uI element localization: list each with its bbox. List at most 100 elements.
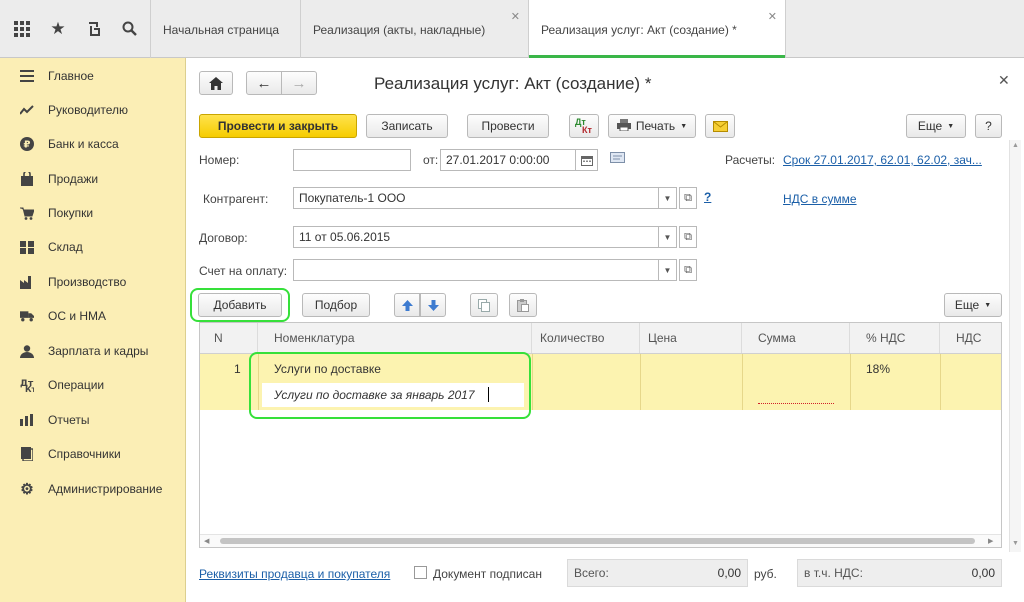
- invoice-field[interactable]: [293, 259, 659, 281]
- number-field[interactable]: [293, 149, 411, 171]
- back-button[interactable]: ←: [246, 71, 282, 95]
- tab-sales-list[interactable]: Реализация (акты, накладные) ✕: [300, 0, 528, 58]
- column-header-vat[interactable]: НДС: [940, 323, 1001, 353]
- scroll-left-icon[interactable]: ◀: [204, 537, 209, 545]
- sidebar-item-assets[interactable]: ОС и НМА: [0, 299, 186, 333]
- vat-total-box: в т.ч. НДС: 0,00: [797, 559, 1002, 587]
- tab-home[interactable]: Начальная страница: [150, 0, 300, 58]
- sidebar-item-label: Продажи: [48, 172, 99, 186]
- contractor-help-link[interactable]: ?: [704, 190, 711, 204]
- sidebar-item-admin[interactable]: ⚙ Администрирование: [0, 472, 186, 506]
- cell-divider: [742, 354, 743, 410]
- contract-open-button[interactable]: ⧉: [679, 226, 697, 248]
- more-label: Еще: [917, 119, 943, 133]
- signed-label: Документ подписан: [433, 567, 542, 581]
- table-more-button[interactable]: Еще ▼: [944, 293, 1002, 317]
- tab-sales-act-create[interactable]: Реализация услуг: Акт (создание) * ✕: [528, 0, 786, 59]
- sidebar-item-manager[interactable]: Руководителю: [0, 93, 186, 127]
- move-down-button[interactable]: [420, 293, 446, 317]
- sidebar-item-catalogs[interactable]: Справочники: [0, 437, 186, 471]
- email-button[interactable]: [705, 114, 735, 138]
- sidebar-item-reports[interactable]: Отчеты: [0, 403, 186, 437]
- svg-text:Кт: Кт: [25, 385, 34, 392]
- book-icon: [20, 447, 34, 461]
- sidebar-item-warehouse[interactable]: Склад: [0, 230, 186, 264]
- cart-icon: [20, 206, 34, 220]
- sidebar-item-purchases[interactable]: Покупки: [0, 196, 186, 230]
- settlements-link[interactable]: Срок 27.01.2017, 62.01, 62.02, зач...: [783, 153, 998, 167]
- close-form-icon[interactable]: ✕: [998, 72, 1010, 89]
- scroll-up-icon[interactable]: ▲: [1012, 142, 1019, 149]
- vertical-scrollbar[interactable]: ▲ ▼: [1009, 140, 1021, 552]
- scroll-right-icon[interactable]: ▶: [988, 537, 993, 545]
- close-icon[interactable]: ✕: [511, 10, 520, 23]
- sidebar-item-label: Администрирование: [48, 482, 163, 496]
- column-header-qty[interactable]: Количество: [532, 323, 640, 353]
- sidebar-item-label: ОС и НМА: [48, 309, 107, 323]
- open-icon: ⧉: [684, 191, 692, 204]
- post-button[interactable]: Провести: [467, 114, 549, 138]
- apps-grid-icon[interactable]: [4, 0, 40, 58]
- highlight-item-cell: [249, 352, 531, 419]
- vat-rate-cell[interactable]: 18%: [866, 362, 890, 376]
- horizontal-scrollbar[interactable]: ◀ ▶: [200, 534, 1001, 547]
- contract-field[interactable]: 11 от 05.06.2015: [293, 226, 659, 248]
- column-header-item[interactable]: Номенклатура: [258, 323, 532, 353]
- more-button[interactable]: Еще ▼: [906, 114, 966, 138]
- contractor-field[interactable]: Покупатель-1 ООО: [293, 187, 659, 209]
- cell-divider: [850, 354, 851, 410]
- home-button[interactable]: [199, 71, 233, 95]
- column-header-vat-rate[interactable]: % НДС: [850, 323, 940, 353]
- move-up-button[interactable]: [394, 293, 420, 317]
- help-button[interactable]: ?: [975, 114, 1002, 138]
- sidebar-item-label: Операции: [48, 378, 105, 392]
- calendar-button[interactable]: [576, 149, 598, 171]
- select-button[interactable]: Подбор: [302, 293, 370, 317]
- arrow-left-icon: ←: [256, 74, 272, 92]
- copy-icon: [478, 298, 490, 312]
- trend-icon: [20, 103, 34, 117]
- star-icon[interactable]: ★: [40, 0, 76, 58]
- post-and-close-button[interactable]: Провести и закрыть: [199, 114, 357, 138]
- requisites-link[interactable]: Реквизиты продавца и покупателя: [199, 567, 390, 581]
- copy-button[interactable]: [470, 293, 498, 317]
- contractor-dropdown[interactable]: ▼: [659, 187, 677, 209]
- date-field[interactable]: 27.01.2017 0:00:00: [440, 149, 576, 171]
- search-icon[interactable]: [112, 0, 148, 58]
- sidebar-item-salary[interactable]: Зарплата и кадры: [0, 334, 186, 368]
- column-header-price[interactable]: Цена: [640, 323, 742, 353]
- sidebar-item-label: Банк и касса: [48, 137, 119, 151]
- chevron-down-icon: ▼: [984, 301, 992, 309]
- sidebar-item-bank[interactable]: ₽ Банк и касса: [0, 127, 186, 161]
- sidebar-item-main[interactable]: Главное: [0, 59, 186, 93]
- sidebar-item-operations[interactable]: Дт Кт Операции: [0, 368, 186, 402]
- dt-kt-button[interactable]: Дт Кт: [569, 114, 599, 138]
- sidebar-item-sales[interactable]: Продажи: [0, 162, 186, 196]
- history-icon[interactable]: [76, 0, 112, 58]
- close-icon[interactable]: ✕: [768, 10, 777, 23]
- print-button[interactable]: Печать ▼: [608, 114, 696, 138]
- invoice-open-button[interactable]: ⧉: [679, 259, 697, 281]
- contract-dropdown[interactable]: ▼: [659, 226, 677, 248]
- operations-icon: Дт Кт: [20, 378, 34, 392]
- print-label: Печать: [635, 119, 676, 133]
- column-header-n[interactable]: N: [200, 323, 258, 353]
- signed-checkbox[interactable]: [414, 566, 427, 579]
- scroll-down-icon[interactable]: ▼: [1012, 540, 1019, 547]
- comment-icon[interactable]: [610, 152, 625, 167]
- forward-button[interactable]: →: [281, 71, 317, 95]
- add-row-button[interactable]: Добавить: [198, 293, 282, 317]
- vat-mode-link[interactable]: НДС в сумме: [783, 192, 857, 206]
- paste-icon: [517, 298, 529, 312]
- column-header-sum[interactable]: Сумма: [742, 323, 850, 353]
- sidebar-item-label: Главное: [48, 69, 94, 83]
- total-box: Всего: 0,00: [567, 559, 748, 587]
- calendar-icon: [580, 155, 593, 166]
- scrollbar-thumb[interactable]: [220, 538, 975, 544]
- warehouse-icon: [20, 240, 34, 254]
- paste-button[interactable]: [509, 293, 537, 317]
- save-button[interactable]: Записать: [366, 114, 448, 138]
- contractor-open-button[interactable]: ⧉: [679, 187, 697, 209]
- invoice-dropdown[interactable]: ▼: [659, 259, 677, 281]
- sidebar-item-production[interactable]: Производство: [0, 265, 186, 299]
